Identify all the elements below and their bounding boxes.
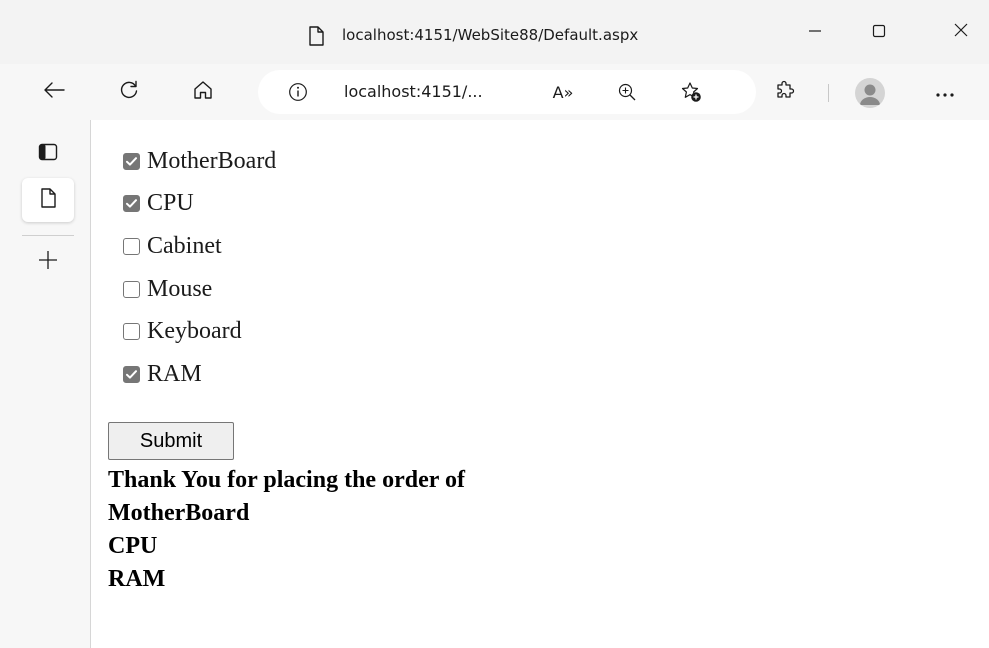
minimize-icon [808, 23, 822, 42]
toolbar-separator [828, 84, 829, 102]
checkbox-label[interactable]: Keyboard [147, 318, 242, 345]
add-favorite-icon[interactable] [679, 80, 703, 104]
page-tab[interactable] [22, 178, 74, 222]
new-tab-button[interactable] [22, 240, 74, 284]
confirmation-heading: Thank You for placing the order of [108, 467, 465, 493]
minimize-button[interactable] [792, 0, 838, 64]
browser-toolbar: localhost:4151/... A» [0, 64, 989, 120]
component-checkbox-list: MotherBoard CPU Cabinet Mouse Keyboard RAM [123, 140, 276, 396]
refresh-icon [118, 79, 140, 105]
tab-actions-icon [38, 143, 58, 165]
checkbox-option[interactable]: Cabinet [123, 225, 276, 268]
checkbox-label[interactable]: MotherBoard [147, 148, 276, 175]
maximize-icon [872, 23, 886, 42]
tab-actions-button[interactable] [22, 132, 74, 176]
checkbox-label[interactable]: Cabinet [147, 233, 222, 260]
address-url[interactable]: localhost:4151/... [344, 81, 483, 103]
order-confirmation: Thank You for placing the order of Mothe… [108, 464, 465, 596]
checkbox-option[interactable]: Keyboard [123, 310, 276, 353]
title-bar: localhost:4151/WebSite88/Default.aspx [0, 0, 989, 64]
vertical-tabs-sidebar [0, 120, 91, 648]
home-button[interactable] [187, 76, 219, 108]
sidebar-divider [22, 235, 74, 236]
checkbox-checked[interactable] [123, 195, 140, 213]
address-bar[interactable]: localhost:4151/... A» [258, 70, 756, 114]
confirmation-item: CPU [108, 533, 158, 559]
checkbox-label[interactable]: Mouse [147, 276, 212, 303]
checkbox-option[interactable]: Mouse [123, 268, 276, 311]
back-button[interactable] [38, 76, 70, 108]
new-tab-plus-icon [37, 249, 59, 275]
page-icon [308, 26, 324, 46]
checkbox-checked[interactable] [123, 152, 140, 170]
checkbox-unchecked[interactable] [123, 323, 140, 341]
checkbox-unchecked[interactable] [123, 280, 140, 298]
refresh-button[interactable] [113, 76, 145, 108]
close-window-button[interactable] [938, 0, 984, 64]
extensions-icon [774, 79, 796, 105]
checkbox-option[interactable]: RAM [123, 353, 276, 396]
checkbox-checked[interactable] [123, 365, 140, 383]
extensions-button[interactable] [769, 76, 801, 108]
zoom-in-icon[interactable] [615, 80, 639, 104]
info-icon[interactable] [288, 82, 308, 102]
confirmation-item: RAM [108, 566, 166, 592]
checkbox-label[interactable]: RAM [147, 361, 202, 388]
checkbox-label[interactable]: CPU [147, 190, 194, 217]
maximize-button[interactable] [856, 0, 902, 64]
back-arrow-icon [42, 80, 66, 104]
profile-avatar[interactable] [855, 78, 885, 108]
window-title: localhost:4151/WebSite88/Default.aspx [342, 26, 639, 44]
checkbox-unchecked[interactable] [123, 237, 140, 255]
submit-button[interactable]: Submit [108, 422, 234, 460]
checkbox-option[interactable]: MotherBoard [123, 140, 276, 183]
page-tab-icon [40, 188, 56, 212]
checkbox-option[interactable]: CPU [123, 183, 276, 226]
more-options-button[interactable] [929, 76, 961, 108]
page-content: MotherBoard CPU Cabinet Mouse Keyboard RAM Su… [91, 120, 989, 648]
confirmation-item: MotherBoard [108, 500, 250, 526]
more-options-icon [935, 83, 955, 102]
home-icon [192, 79, 214, 105]
close-icon [953, 22, 969, 42]
read-aloud-glyph: A» [552, 82, 574, 102]
read-aloud-icon[interactable]: A» [551, 80, 575, 104]
